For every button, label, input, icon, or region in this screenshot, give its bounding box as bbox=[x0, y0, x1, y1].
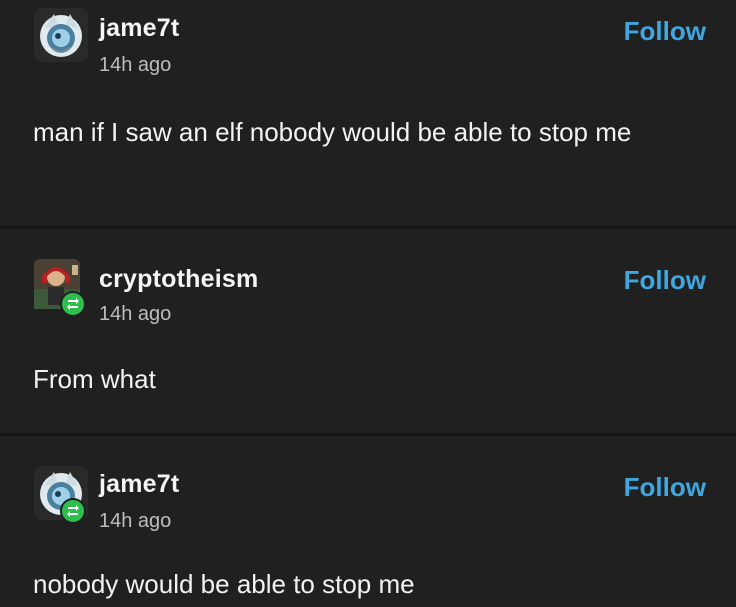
post-2-timestamp: 14h ago bbox=[99, 303, 172, 325]
post-1-timestamp: 14h ago bbox=[99, 54, 172, 76]
reblog-icon bbox=[60, 291, 86, 317]
post-2-username[interactable]: cryptotheism bbox=[99, 265, 258, 294]
post-2-body: From what bbox=[33, 364, 156, 394]
post-1-body: man if I saw an elf nobody would be able… bbox=[33, 117, 632, 147]
post-1-follow-button[interactable]: Follow bbox=[624, 16, 706, 47]
post-2: cryptotheism 14h ago Follow From what bbox=[0, 229, 736, 433]
blue-creature-avatar-icon bbox=[34, 8, 88, 62]
post-1-username[interactable]: jame7t bbox=[99, 14, 179, 43]
post-1: jame7t 14h ago Follow man if I saw an el… bbox=[0, 0, 736, 226]
reblog-icon bbox=[60, 498, 86, 524]
avatar-jame7t[interactable] bbox=[34, 8, 88, 62]
avatar-jame7t[interactable] bbox=[34, 466, 88, 524]
post-3-follow-button[interactable]: Follow bbox=[624, 472, 706, 503]
post-3: jame7t 14h ago Follow nobody would be ab… bbox=[0, 436, 736, 603]
post-3-username[interactable]: jame7t bbox=[99, 470, 179, 499]
post-3-body: nobody would be able to stop me bbox=[33, 569, 415, 599]
post-3-timestamp: 14h ago bbox=[99, 510, 172, 532]
avatar-cryptotheism[interactable] bbox=[34, 259, 88, 317]
post-2-follow-button[interactable]: Follow bbox=[624, 265, 706, 296]
